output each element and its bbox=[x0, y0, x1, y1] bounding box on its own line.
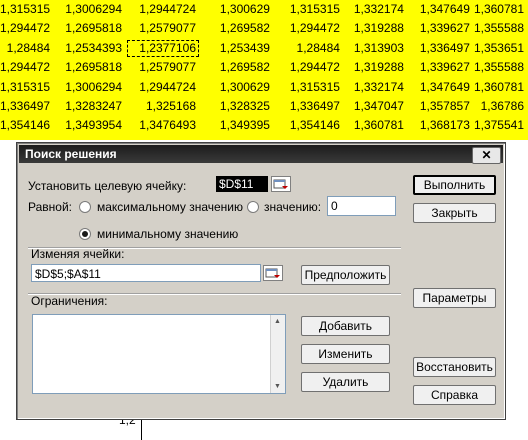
sheet-cell[interactable]: 1,315315 bbox=[274, 78, 344, 97]
spreadsheet-area: 1,315315 1,3006294 1,2944724 1,300629 1,3153… bbox=[0, 0, 528, 152]
sheet-cell[interactable]: 1,2579077 bbox=[126, 58, 200, 77]
changing-ref-button[interactable] bbox=[263, 265, 283, 281]
sheet-cell[interactable]: 1,294472 bbox=[274, 19, 344, 38]
sheet-cell[interactable]: 1,319288 bbox=[344, 58, 408, 77]
sheet-cell[interactable]: 1,2944724 bbox=[126, 0, 200, 19]
cell-grid: 1,315315 1,3006294 1,2944724 1,300629 1,3153… bbox=[0, 0, 528, 155]
sheet-cell[interactable]: 1,347047 bbox=[344, 97, 408, 116]
guess-button[interactable]: Предположить bbox=[301, 265, 390, 285]
sheet-cell[interactable]: 1,2579077 bbox=[126, 19, 200, 38]
collapse-dialog-icon bbox=[265, 268, 280, 278]
sheet-cell[interactable]: 1,332174 bbox=[344, 0, 408, 19]
sheet-cell[interactable]: 1,294472 bbox=[274, 58, 344, 77]
collapse-dialog-icon bbox=[273, 179, 288, 189]
sheet-cell[interactable]: 1,336497 bbox=[0, 97, 54, 116]
target-cell-label: Установить целевую ячейку: bbox=[28, 179, 187, 193]
sheet-cell[interactable]: 1,347649 bbox=[408, 78, 474, 97]
sheet-cell[interactable]: 1,328325 bbox=[200, 97, 274, 116]
solver-dialog: Поиск решения ✕ Установить целевую ячейк… bbox=[16, 142, 506, 420]
params-button[interactable]: Параметры bbox=[413, 288, 496, 308]
sheet-cell[interactable]: 1,315315 bbox=[274, 0, 344, 19]
constraints-list[interactable]: ▲ ▼ bbox=[32, 314, 286, 394]
sheet-cell[interactable]: 1,360781 bbox=[474, 78, 528, 97]
sheet-cell[interactable]: 1,347649 bbox=[408, 0, 474, 19]
sheet-cell[interactable]: 1,36786 bbox=[474, 97, 528, 116]
close-button[interactable]: Закрыть bbox=[413, 203, 496, 223]
sheet-cell[interactable]: 1,3476493 bbox=[126, 116, 200, 135]
close-icon[interactable]: ✕ bbox=[472, 147, 501, 164]
sheet-cell[interactable]: 1,253439 bbox=[200, 39, 274, 58]
sheet-cell[interactable]: 1,357857 bbox=[408, 97, 474, 116]
sheet-cell[interactable]: 1,315315 bbox=[0, 0, 54, 19]
constraints-label: Ограничения: bbox=[31, 294, 108, 308]
changing-cells-input[interactable]: $D$5;$A$11 bbox=[31, 264, 261, 282]
sheet-cell[interactable]: 1,336497 bbox=[408, 39, 474, 58]
radio-min-label[interactable]: минимальному значению bbox=[97, 227, 238, 241]
sheet-row: 1,336497 1,3283247 1,325168 1,328325 1,33649… bbox=[0, 97, 528, 116]
sheet-cell[interactable]: 1,2944724 bbox=[126, 78, 200, 97]
sheet-row: 1,294472 1,2695818 1,2579077 1,269582 1,2944… bbox=[0, 19, 528, 38]
target-cell-input[interactable]: $D$11 bbox=[216, 176, 268, 192]
sheet-row: 1,294472 1,2695818 1,2579077 1,269582 1,2944… bbox=[0, 58, 528, 77]
run-button[interactable]: Выполнить bbox=[413, 175, 496, 195]
dialog-title: Поиск решения bbox=[25, 147, 117, 161]
sheet-cell[interactable]: 1,355588 bbox=[474, 58, 528, 77]
sheet-cell[interactable]: 1,269582 bbox=[200, 58, 274, 77]
sheet-cell[interactable]: 1,354146 bbox=[274, 116, 344, 135]
sheet-cell[interactable]: 1,28484 bbox=[0, 39, 54, 58]
sheet-cell[interactable]: 1,3006294 bbox=[54, 0, 126, 19]
sheet-cell[interactable]: 1,353651 bbox=[474, 39, 528, 58]
sheet-row: 1,315315 1,3006294 1,2944724 1,300629 1,3153… bbox=[0, 78, 528, 97]
sheet-cell[interactable]: 1,300629 bbox=[200, 0, 274, 19]
dialog-titlebar[interactable]: Поиск решения ✕ bbox=[19, 145, 503, 164]
sheet-row: 1,28484 1,2534393 1,2377106 1,253439 1,28484… bbox=[0, 38, 528, 59]
sheet-row: 1,354146 1,3493954 1,3476493 1,349395 1,3541… bbox=[0, 116, 528, 135]
value-input[interactable]: 0 bbox=[327, 196, 396, 216]
sheet-cell[interactable]: 1,349395 bbox=[200, 116, 274, 135]
sheet-cell[interactable]: 1,375541 bbox=[474, 116, 528, 135]
sheet-cell[interactable]: 1,354146 bbox=[0, 116, 54, 135]
changing-cells-label: Изменяя ячейки: bbox=[31, 247, 125, 261]
radio-value-label[interactable]: значению: bbox=[264, 200, 321, 214]
radio-value[interactable] bbox=[247, 201, 259, 213]
sheet-cell[interactable]: 1,360781 bbox=[344, 116, 408, 135]
restore-button[interactable]: Восстановить bbox=[413, 357, 496, 377]
scroll-up-icon[interactable]: ▲ bbox=[274, 318, 281, 325]
sheet-cell[interactable]: 1,300629 bbox=[200, 78, 274, 97]
sheet-cell[interactable]: 1,355588 bbox=[474, 19, 528, 38]
sheet-cell[interactable]: 1,2695818 bbox=[54, 58, 126, 77]
sheet-cell[interactable]: 1,2695818 bbox=[54, 19, 126, 38]
radio-min[interactable] bbox=[79, 228, 91, 240]
sheet-cell[interactable]: 1,368173 bbox=[408, 116, 474, 135]
sheet-cell[interactable]: 1,325168 bbox=[126, 97, 200, 116]
sheet-cell[interactable]: 1,3006294 bbox=[54, 78, 126, 97]
delete-button[interactable]: Удалить bbox=[301, 372, 390, 392]
radio-max-label[interactable]: максимальному значению bbox=[97, 200, 243, 214]
scroll-down-icon[interactable]: ▼ bbox=[274, 383, 281, 390]
sheet-cell[interactable]: 1,2534393 bbox=[54, 39, 126, 58]
radio-max[interactable] bbox=[79, 201, 91, 213]
change-button[interactable]: Изменить bbox=[301, 344, 390, 364]
target-ref-button[interactable] bbox=[271, 176, 291, 192]
sheet-cell[interactable]: 1,339627 bbox=[408, 58, 474, 77]
sheet-cell[interactable]: 1,3493954 bbox=[54, 116, 126, 135]
help-button[interactable]: Справка bbox=[413, 385, 496, 405]
sheet-cell[interactable]: 1,2377106 bbox=[126, 38, 200, 59]
sheet-cell[interactable]: 1,336497 bbox=[274, 97, 344, 116]
constraints-scrollbar[interactable]: ▲ ▼ bbox=[270, 315, 285, 393]
equal-label: Равной: bbox=[28, 200, 72, 214]
sheet-cell[interactable]: 1,3283247 bbox=[54, 97, 126, 116]
sheet-cell[interactable]: 1,339627 bbox=[408, 19, 474, 38]
sheet-cell[interactable]: 1,294472 bbox=[0, 19, 54, 38]
sheet-cell[interactable]: 1,315315 bbox=[0, 78, 54, 97]
sheet-cell[interactable]: 1,319288 bbox=[344, 19, 408, 38]
sheet-row: 1,315315 1,3006294 1,2944724 1,300629 1,3153… bbox=[0, 0, 528, 19]
sheet-cell[interactable]: 1,313903 bbox=[344, 39, 408, 58]
sheet-cell[interactable]: 1,294472 bbox=[0, 58, 54, 77]
sheet-cell[interactable]: 1,28484 bbox=[274, 39, 344, 58]
sheet-cell[interactable]: 1,360781 bbox=[474, 0, 528, 19]
sheet-cell[interactable]: 1,269582 bbox=[200, 19, 274, 38]
add-button[interactable]: Добавить bbox=[301, 316, 390, 336]
sheet-cell[interactable]: 1,332174 bbox=[344, 78, 408, 97]
